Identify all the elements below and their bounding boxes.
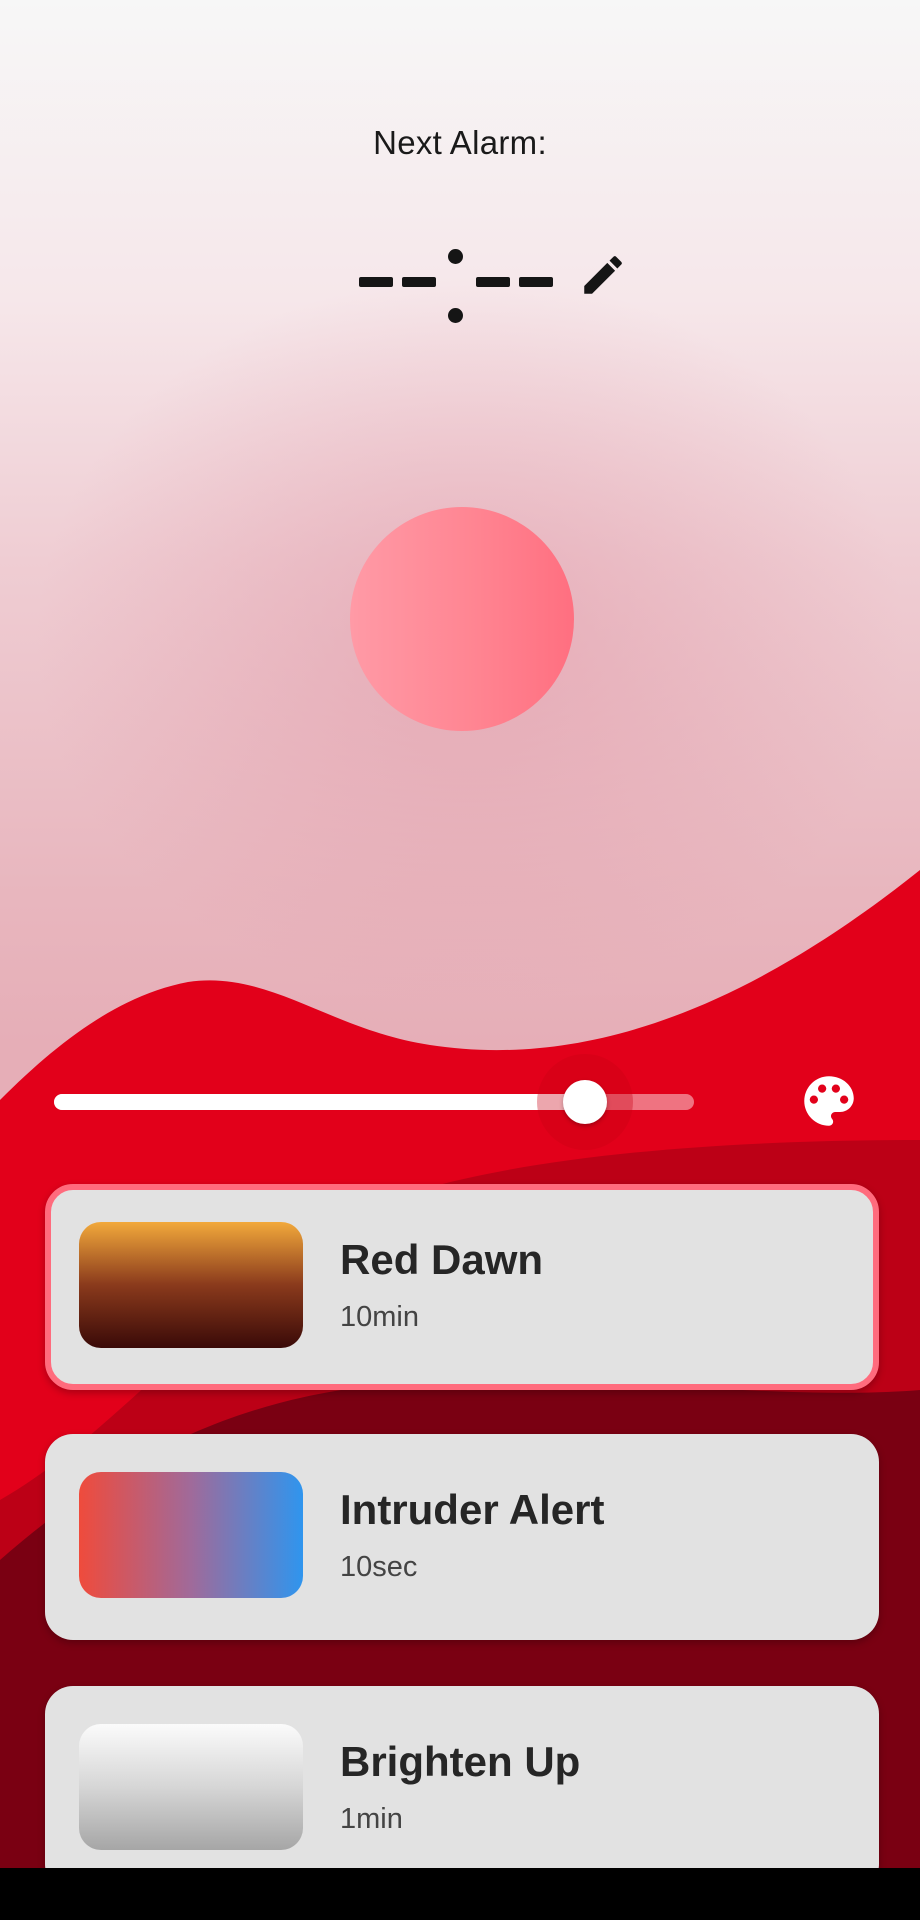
preset-card-brighten-up[interactable]: Brighten Up 1min bbox=[45, 1686, 879, 1868]
brightness-slider[interactable] bbox=[48, 1054, 728, 1150]
preset-name: Brighten Up bbox=[340, 1738, 581, 1785]
palette-icon[interactable] bbox=[796, 1068, 862, 1134]
preset-name: Intruder Alert bbox=[340, 1486, 605, 1533]
next-alarm-label: Next Alarm: bbox=[373, 124, 547, 161]
slider-fill bbox=[54, 1094, 586, 1110]
time-colon-bottom-dot bbox=[448, 308, 463, 323]
preset-swatch bbox=[79, 1472, 303, 1598]
preset-swatch bbox=[79, 1724, 303, 1850]
time-minutes-dash-1 bbox=[476, 277, 510, 287]
slider-thumb[interactable] bbox=[563, 1080, 608, 1124]
time-colon-top-dot bbox=[448, 249, 463, 264]
preset-card-red-dawn[interactable]: Red Dawn 10min bbox=[45, 1184, 879, 1390]
light-preview-orb[interactable] bbox=[350, 507, 574, 731]
app-screen: Next Alarm: Red Dawn 10min Intruder Aler… bbox=[0, 0, 920, 1868]
alarm-time-display[interactable] bbox=[340, 238, 570, 328]
preset-swatch bbox=[79, 1222, 303, 1348]
time-hours-dash-2 bbox=[402, 277, 436, 287]
time-hours-dash-1 bbox=[359, 277, 393, 287]
bottom-system-bar bbox=[0, 1868, 920, 1920]
pencil-icon[interactable] bbox=[578, 250, 628, 300]
preset-duration: 10sec bbox=[340, 1551, 418, 1583]
preset-card-intruder-alert[interactable]: Intruder Alert 10sec bbox=[45, 1434, 879, 1640]
preset-name: Red Dawn bbox=[340, 1236, 544, 1283]
time-minutes-dash-2 bbox=[519, 277, 553, 287]
preset-duration: 10min bbox=[340, 1301, 419, 1333]
preset-duration: 1min bbox=[340, 1803, 403, 1835]
